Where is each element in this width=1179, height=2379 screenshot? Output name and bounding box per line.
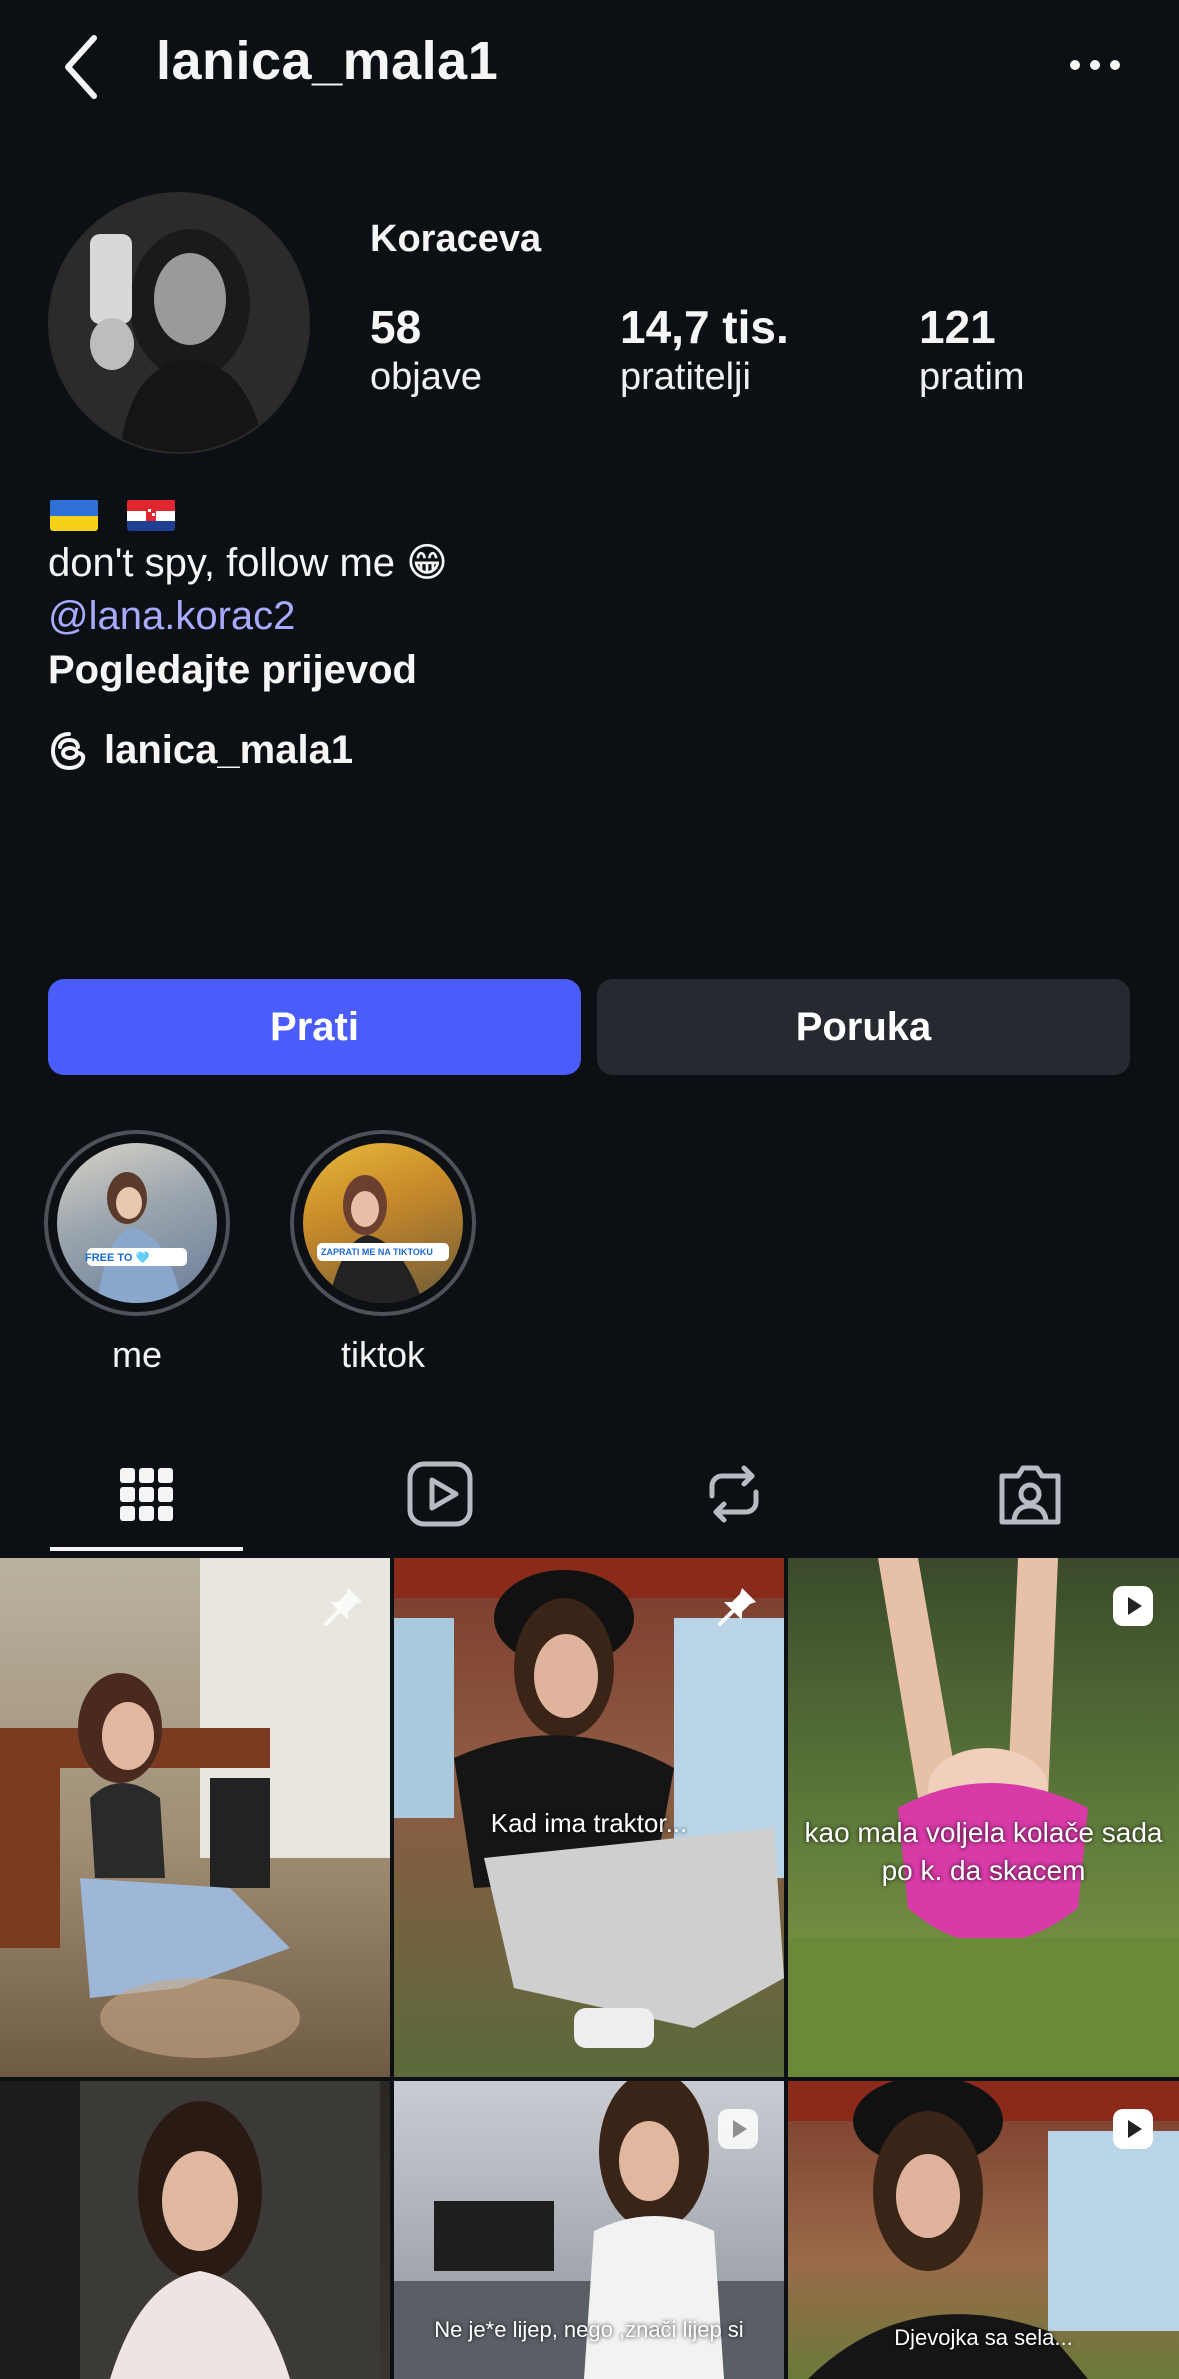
post-tile[interactable]: Kad ima traktor... [394,1558,784,2077]
post-caption: Kad ima traktor... [490,1808,688,1838]
reels-icon[interactable] [400,1454,480,1534]
stat-value: 58 [370,301,422,353]
more-options-icon[interactable] [1065,50,1125,80]
threads-handle: lanica_mala1 [104,728,354,772]
stat-label: objave [370,356,482,398]
profile-username: lanica_mala1 [156,31,499,91]
profile-avatar[interactable] [48,192,310,454]
top-bar: lanica_mala1 [0,0,1179,140]
pin-icon [718,1588,756,1626]
see-translation-link[interactable]: Pogledajte prijevod [48,648,417,693]
pin-icon [324,1588,362,1626]
croatia-flag-icon [126,499,175,531]
ukraine-flag-icon [50,499,98,531]
post-caption: Djevojka sa sela... [894,2325,1073,2350]
message-button[interactable]: Poruka [597,979,1130,1075]
stat-label: pratitelji [620,356,751,398]
bio-text: don't spy, follow me 😁 [48,541,448,585]
post-caption: Ne je*e lijep, nego ,znači lijep si [434,2317,744,2342]
back-arrow-icon[interactable] [58,32,108,102]
tagged-icon[interactable] [990,1454,1070,1534]
grid-icon[interactable] [106,1454,186,1534]
highlight-cover: ZAPRATI ME NA TIKTOKU [303,1143,463,1303]
highlight-label: tiktok [340,1334,426,1375]
stat-value: 121 [919,301,996,353]
highlight-sticker: FREE TO 🩵 [85,1252,150,1264]
reposts-icon[interactable] [694,1454,774,1534]
stat-label: pratim [919,356,1025,398]
highlight-label: me [111,1334,162,1375]
bio-flags [50,492,193,535]
post-caption: kao mala voljela kolače sada po k. da sk… [804,1817,1163,1886]
highlight-cover: FREE TO 🩵 [57,1143,217,1303]
reel-icon [1113,1586,1153,1626]
display-name: Koraceva [370,218,542,260]
post-tile[interactable]: Djevojka sa sela... [788,2081,1179,2379]
threads-link[interactable]: lanica_mala1 [48,728,353,773]
posts-count-stat[interactable]: 58 objave [370,300,482,400]
stat-value: 14,7 tis. [620,301,789,353]
reel-icon [718,2109,758,2149]
bio-mention-link[interactable]: @lana.korac2 [48,594,295,639]
profile-tabs [0,1430,1179,1556]
highlight-ring: FREE TO 🩵 [44,1130,230,1316]
highlight-me[interactable]: FREE TO 🩵 me [42,1130,232,1376]
followers-count-stat[interactable]: 14,7 tis. pratitelji [620,300,789,400]
highlight-ring: ZAPRATI ME NA TIKTOKU [290,1130,476,1316]
threads-icon [50,731,86,770]
post-tile[interactable]: Ne je*e lijep, nego ,znači lijep si [394,2081,784,2379]
post-tile[interactable]: kao mala voljela kolače sada po k. da sk… [788,1558,1179,2077]
post-thumbnail [0,1558,390,2058]
reel-icon [1113,2109,1153,2149]
post-thumbnail [0,2081,380,2379]
post-tile[interactable] [0,1558,390,2077]
highlight-tiktok[interactable]: ZAPRATI ME NA TIKTOKU tiktok [288,1130,478,1376]
highlight-sticker: ZAPRATI ME NA TIKTOKU [321,1247,433,1257]
follow-button[interactable]: Prati [48,979,581,1075]
following-count-stat[interactable]: 121 pratim [919,300,1025,400]
active-tab-indicator [50,1547,243,1551]
post-tile[interactable] [0,2081,390,2379]
